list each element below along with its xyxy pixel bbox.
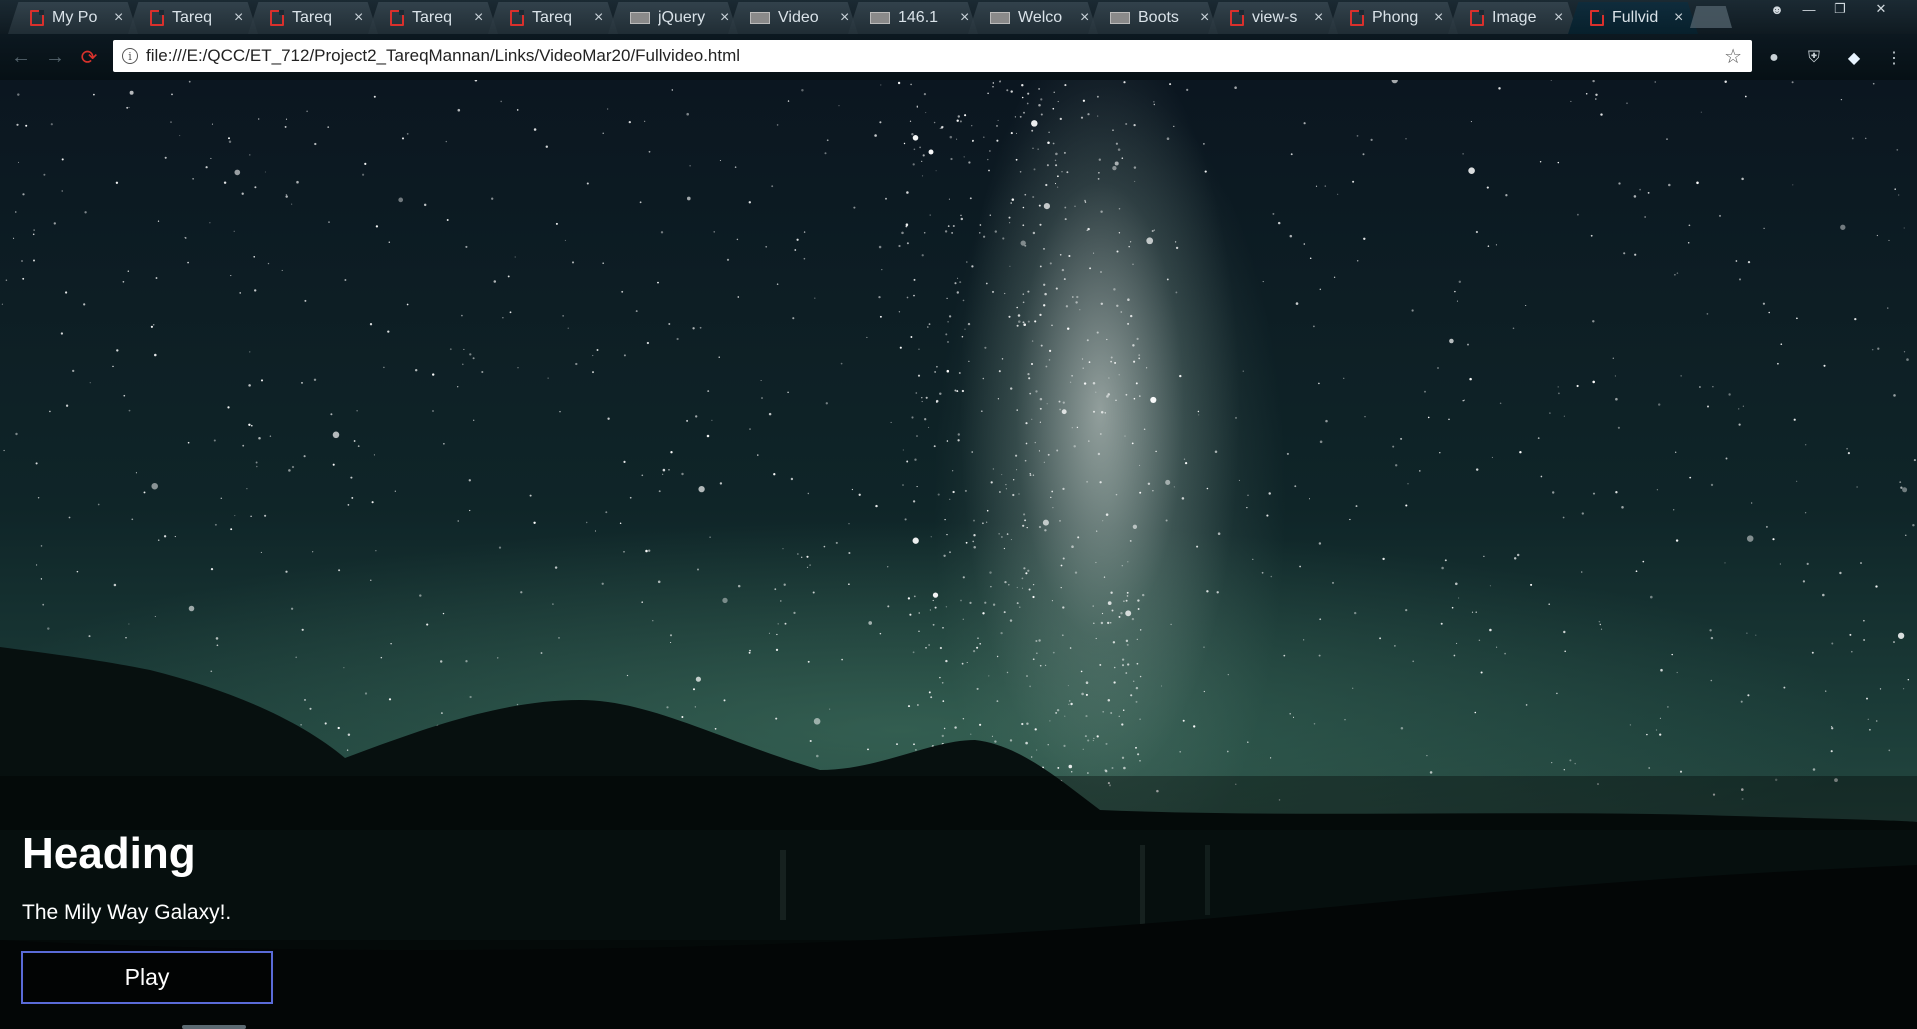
tab-close-icon[interactable]: × [114,9,123,27]
tab-label: Fullvid [1612,9,1659,26]
doc-icon [510,10,524,26]
tab-label: My Po [52,9,98,26]
bookmark-star-icon[interactable]: ☆ [1724,44,1742,69]
extension-lightbulb-icon[interactable]: ● [1763,47,1785,69]
doc-icon [390,10,404,26]
image-icon [1110,12,1130,24]
tab-1[interactable]: My Po × [8,2,138,34]
tab-close-icon[interactable]: × [474,9,483,27]
caption: Heading The Mily Way Galaxy!. [22,828,231,926]
caption-overlay [0,776,1917,1029]
image-icon [630,12,650,24]
tab-label: Image [1492,9,1537,26]
tab-close-icon[interactable]: × [354,9,363,27]
tab-close-icon[interactable]: × [1674,9,1683,27]
tab-8[interactable]: 146.1 × [848,2,978,34]
page-subtitle: The Mily Way Galaxy!. [22,901,232,924]
horizontal-scrollbar-thumb[interactable] [182,1025,246,1029]
doc-icon [150,10,164,26]
tab-label: Tareq [412,9,453,26]
minimize-button[interactable]: — [1795,0,1823,18]
tab-label: Welco [1018,9,1063,26]
doc-icon [270,10,284,26]
back-arrow-icon[interactable]: ← [8,44,34,70]
tab-7[interactable]: Video × [728,2,858,34]
tab-label: Phong [1372,9,1419,26]
tab-11[interactable]: view-s × [1208,2,1338,34]
browser-toolbar: ← → ⟳ i file:///E:/QCC/ET_712/Project2_T… [0,34,1917,80]
tab-label: Video [778,9,819,26]
tab-9[interactable]: Welco × [968,2,1098,34]
image-icon [990,12,1010,24]
play-button[interactable]: Play [21,951,273,1004]
tab-5[interactable]: Tareq × [488,2,618,34]
tab-12[interactable]: Phong × [1328,2,1458,34]
tab-13[interactable]: Image × [1448,2,1578,34]
tab-10[interactable]: Boots × [1088,2,1218,34]
doc-icon [1350,10,1364,26]
tab-label: 146.1 [898,9,939,26]
image-icon [870,12,890,24]
tab-close-icon[interactable]: × [1434,9,1443,27]
extension-shield-icon[interactable]: ⛨ [1803,47,1825,69]
info-icon[interactable]: i [122,48,138,64]
tab-label: Boots [1138,9,1179,26]
extension-diamond-icon[interactable]: ◆ [1843,47,1865,69]
image-icon [750,12,770,24]
tab-4[interactable]: Tareq × [368,2,498,34]
page-heading: Heading [22,829,196,878]
doc-icon [1230,10,1244,26]
address-bar[interactable]: i file:///E:/QCC/ET_712/Project2_TareqMa… [113,40,1752,72]
tab-strip: My Po × Tareq × Tareq × Tareq × Tareq × jQuery × Vid… [0,0,1917,34]
profile-icon[interactable]: ☻ [1765,0,1789,18]
doc-icon [30,10,44,26]
reload-icon[interactable]: ⟳ [76,44,102,70]
new-tab-button[interactable] [1690,6,1732,28]
tab-label: Tareq [172,9,213,26]
tab-3[interactable]: Tareq × [248,2,378,34]
tab-6[interactable]: jQuery × [608,2,738,34]
forward-arrow-icon[interactable]: → [42,44,68,70]
tab-2[interactable]: Tareq × [128,2,258,34]
tab-close-icon[interactable]: × [234,9,243,27]
tab-14[interactable]: Fullvid × [1568,2,1698,34]
restore-button[interactable]: ❐ [1826,0,1854,18]
page-viewport: Heading The Mily Way Galaxy!. Play [0,80,1917,1029]
doc-icon [1470,10,1484,26]
url-text[interactable]: file:///E:/QCC/ET_712/Project2_TareqMann… [146,46,740,66]
doc-icon [1590,10,1604,26]
tab-close-icon[interactable]: × [1554,9,1563,27]
tab-close-icon[interactable]: × [594,9,603,27]
menu-icon[interactable]: ⋮ [1883,47,1905,69]
tab-label: Tareq [532,9,573,26]
tab-label: jQuery [658,9,706,26]
tab-label: view-s [1252,9,1298,26]
close-window-button[interactable]: ✕ [1860,0,1902,18]
tab-label: Tareq [292,9,333,26]
tab-close-icon[interactable]: × [1314,9,1323,27]
